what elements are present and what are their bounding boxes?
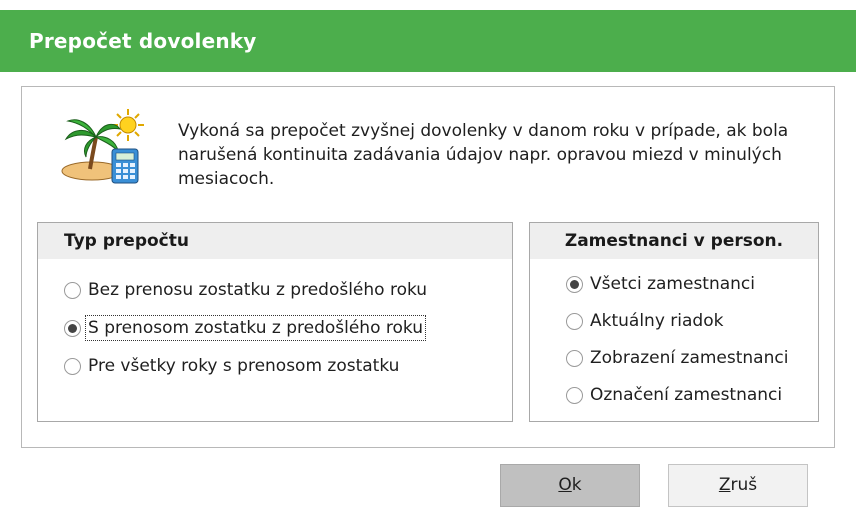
employees-group: Zamestnanci v person. Všetci zamestnanci… bbox=[529, 222, 819, 422]
radio-current-row[interactable]: Aktuálny riadok bbox=[566, 311, 723, 331]
radio-label: Bez prenosu zostatku z predošlého roku bbox=[88, 280, 428, 300]
radio-no-carryover[interactable]: Bez prenosu zostatku z predošlého roku bbox=[64, 280, 427, 300]
radio-circle[interactable] bbox=[566, 386, 583, 404]
radio-circle-selected[interactable] bbox=[64, 319, 81, 337]
radio-label: Všetci zamestnanci bbox=[590, 274, 756, 294]
cancel-label-rest: ruš bbox=[730, 475, 758, 495]
radio-label: Aktuálny riadok bbox=[590, 311, 724, 331]
radio-label: Pre všetky roky s prenosom zostatku bbox=[88, 356, 400, 376]
cancel-accelerator: Z bbox=[718, 475, 731, 495]
radio-label: S prenosom zostatku z predošlého roku bbox=[84, 315, 427, 341]
radio-circle[interactable] bbox=[566, 349, 583, 367]
radio-all-years[interactable]: Pre všetky roky s prenosom zostatku bbox=[64, 356, 399, 376]
radio-circle-selected[interactable] bbox=[566, 275, 583, 293]
vacation-calculator-icon bbox=[56, 107, 148, 185]
ok-label-rest: k bbox=[571, 475, 582, 495]
dialog-content: Vykoná sa prepočet zvyšnej dovolenky v d… bbox=[21, 86, 835, 448]
radio-circle[interactable] bbox=[566, 312, 583, 330]
description-text: Vykoná sa prepočet zvyšnej dovolenky v d… bbox=[178, 121, 789, 189]
employees-header: Zamestnanci v person. bbox=[530, 223, 818, 259]
radio-with-carryover[interactable]: S prenosom zostatku z predošlého roku bbox=[64, 315, 427, 341]
ok-button[interactable]: Ok bbox=[500, 464, 640, 507]
radio-label: Zobrazení zamestnanci bbox=[590, 348, 789, 368]
radio-all-employees[interactable]: Všetci zamestnanci bbox=[566, 274, 755, 294]
recalc-type-header: Typ prepočtu bbox=[38, 223, 512, 259]
ok-accelerator: O bbox=[558, 475, 572, 495]
window-title: Prepočet dovolenky bbox=[0, 10, 856, 72]
radio-label: Označení zamestnanci bbox=[590, 385, 783, 405]
radio-displayed-employees[interactable]: Zobrazení zamestnanci bbox=[566, 348, 788, 368]
radio-selected-employees[interactable]: Označení zamestnanci bbox=[566, 385, 782, 405]
cancel-button[interactable]: Zruš bbox=[668, 464, 808, 507]
recalc-type-group: Typ prepočtu Bez prenosu zostatku z pred… bbox=[37, 222, 513, 422]
radio-circle[interactable] bbox=[64, 357, 81, 375]
radio-circle[interactable] bbox=[64, 281, 81, 299]
